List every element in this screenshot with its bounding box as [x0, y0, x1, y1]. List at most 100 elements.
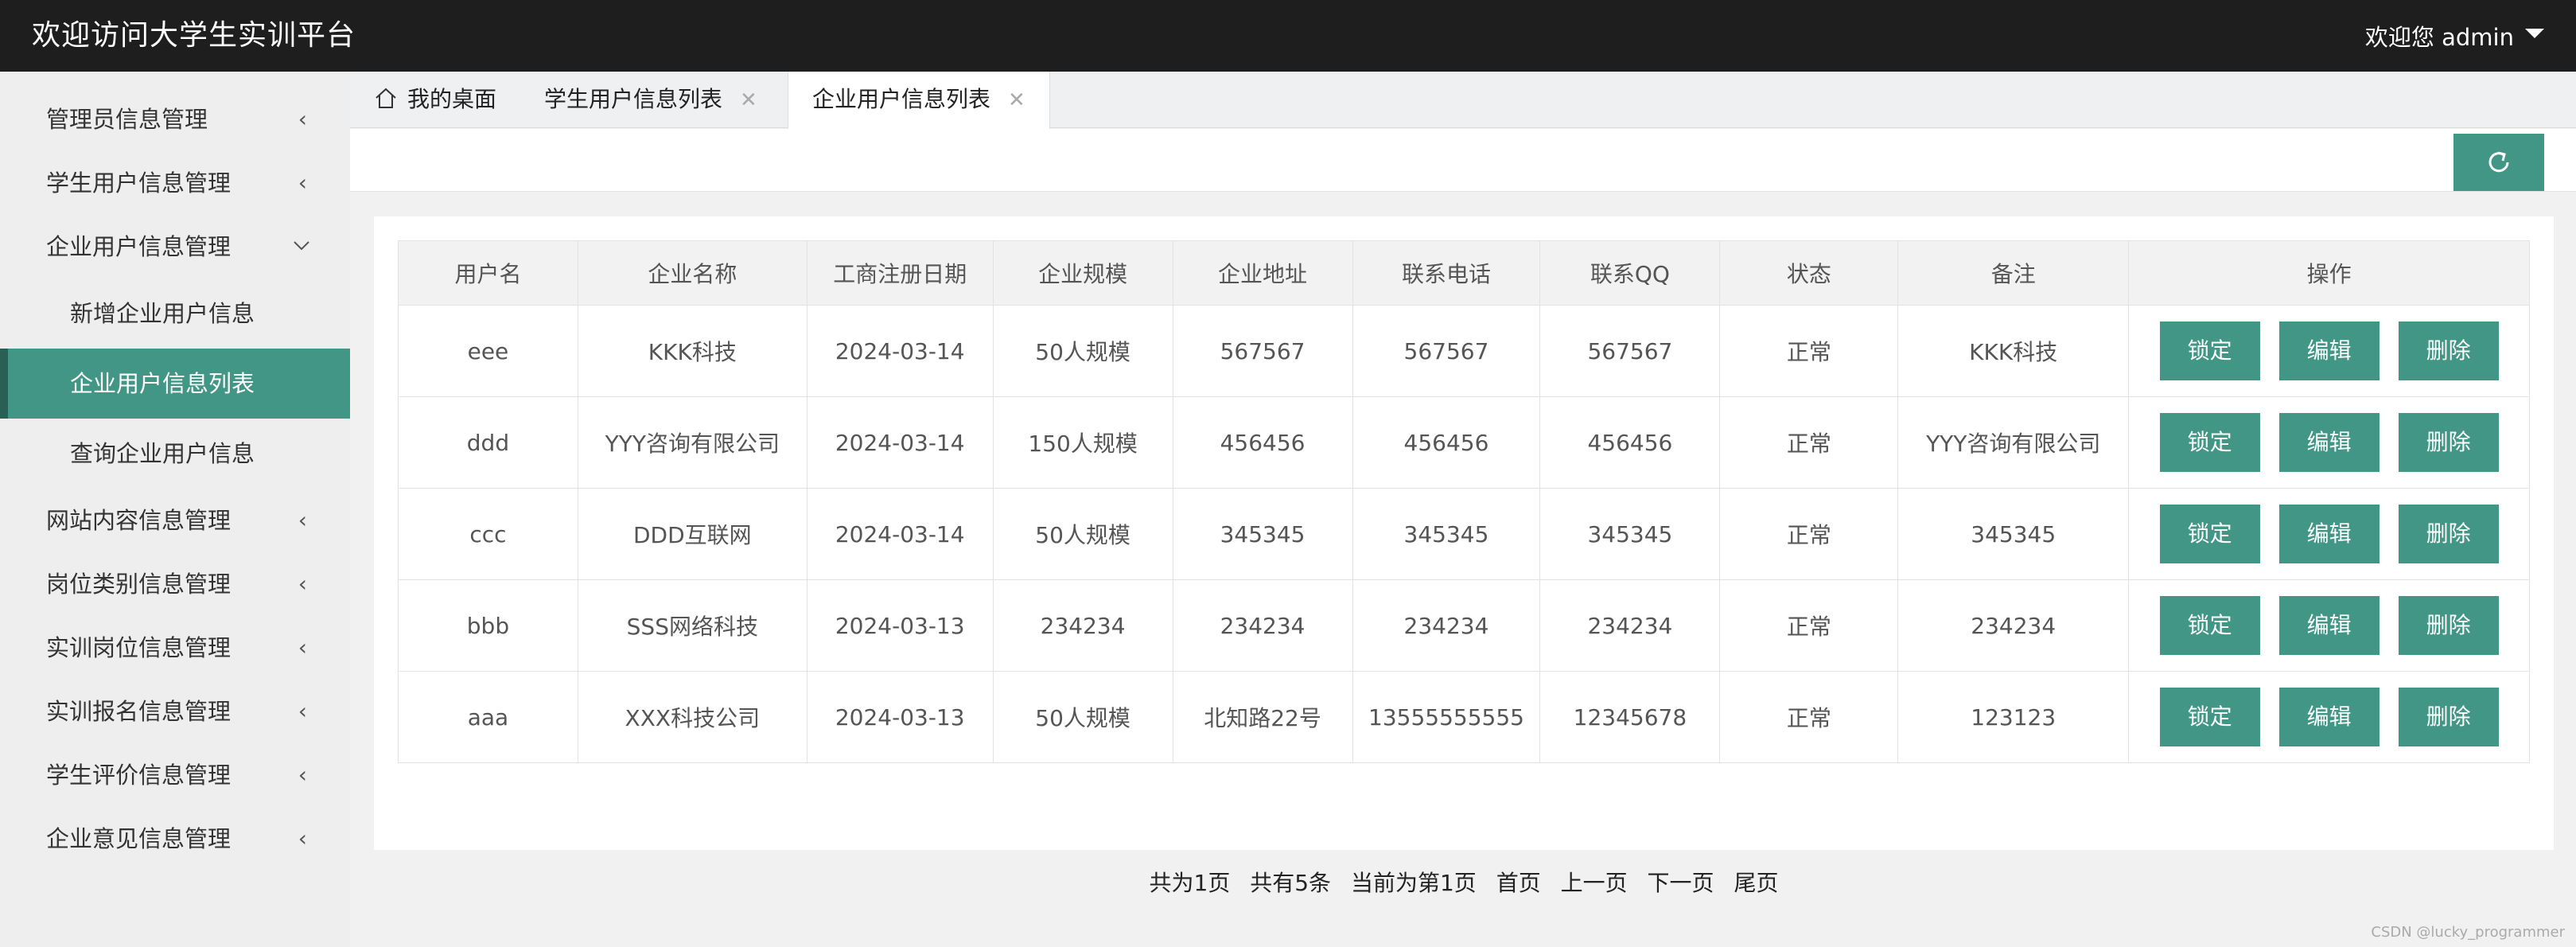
delete-button[interactable]: 删除	[2398, 505, 2499, 563]
table-cell: YYY咨询有限公司	[577, 396, 807, 489]
column-header[interactable]: 状态	[1719, 240, 1899, 306]
table-cell: 456456	[1172, 396, 1353, 489]
pager-prev-link[interactable]: 上一页	[1561, 870, 1628, 896]
column-header[interactable]: 工商注册日期	[806, 240, 994, 306]
column-header: 操作	[2128, 240, 2530, 306]
column-header[interactable]: 企业规模	[992, 240, 1173, 306]
edit-button[interactable]: 编辑	[2278, 322, 2379, 380]
tab-label: 企业用户信息列表	[812, 86, 991, 112]
column-header[interactable]: 用户名	[398, 240, 578, 306]
lock-button[interactable]: 锁定	[2159, 688, 2260, 746]
sidebar-item-student-users[interactable]: 学生用户信息管理 ‹	[0, 151, 350, 215]
sidebar-item-label: 管理员信息管理	[46, 106, 208, 133]
table-cell: DDD互联网	[577, 488, 807, 580]
tab-company-user-list[interactable]: 企业用户信息列表 ✕	[788, 72, 1050, 129]
table-cell: ddd	[398, 396, 578, 489]
table-cell: 2024-03-14	[806, 305, 994, 397]
user-menu[interactable]: 欢迎您 admin	[2365, 0, 2544, 72]
table-cell: 567567	[1172, 305, 1353, 397]
table-cell: 2024-03-13	[806, 671, 994, 763]
delete-button[interactable]: 删除	[2398, 688, 2499, 746]
tab-my-desktop[interactable]: 我的桌面	[374, 72, 496, 127]
pager-total-items: 共有5条	[1250, 870, 1332, 896]
pager-last-link[interactable]: 尾页	[1734, 870, 1778, 896]
main-area: 我的桌面 学生用户信息列表 ✕ 企业用户信息列表 ✕ 用户名 企业名称 工商注册…	[350, 72, 2576, 947]
watermark: CSDN @lucky_programmer	[2371, 924, 2565, 941]
delete-button[interactable]: 删除	[2398, 413, 2499, 472]
company-user-table: 用户名 企业名称 工商注册日期 企业规模 企业地址 联系电话 联系QQ 状态 备…	[398, 240, 2530, 763]
table-cell: 234234	[1897, 579, 2130, 672]
sidebar-subitem-label: 企业用户信息列表	[70, 370, 255, 397]
sidebar-subitem-company-user-list[interactable]: 企业用户信息列表	[0, 349, 350, 419]
table-cell: 正常	[1719, 305, 1899, 397]
delete-button[interactable]: 删除	[2398, 596, 2499, 655]
table-cell: 13555555555	[1352, 671, 1541, 763]
sidebar-item-training-position[interactable]: 实训岗位信息管理 ‹	[0, 616, 350, 680]
chevron-left-icon: ‹	[298, 698, 307, 724]
sidebar-item-site-content[interactable]: 网站内容信息管理 ‹	[0, 489, 350, 552]
edit-button[interactable]: 编辑	[2278, 688, 2379, 746]
app-title: 欢迎访问大学生实训平台	[32, 19, 356, 52]
chevron-left-icon: ‹	[298, 825, 307, 852]
sidebar-item-job-category[interactable]: 岗位类别信息管理 ‹	[0, 552, 350, 616]
table-cell: XXX科技公司	[577, 671, 807, 763]
column-header[interactable]: 联系QQ	[1539, 240, 1721, 306]
sidebar-subitem-add-company-user[interactable]: 新增企业用户信息	[0, 279, 350, 349]
column-header[interactable]: 企业名称	[577, 240, 807, 306]
table-cell: 456456	[1352, 396, 1541, 489]
delete-button[interactable]: 删除	[2398, 322, 2499, 380]
table-cell: 567567	[1352, 305, 1541, 397]
column-header[interactable]: 企业地址	[1172, 240, 1353, 306]
pager-next-link[interactable]: 下一页	[1648, 870, 1714, 896]
column-header[interactable]: 备注	[1897, 240, 2130, 306]
sidebar: 管理员信息管理 ‹ 学生用户信息管理 ‹ 企业用户信息管理 新增企业用户信息 企…	[0, 72, 350, 947]
table-cell: 123123	[1897, 671, 2130, 763]
sidebar-item-label: 网站内容信息管理	[46, 507, 232, 534]
table-cell: aaa	[398, 671, 578, 763]
actions-cell: 锁定 编辑 删除	[2128, 488, 2530, 580]
table-row: eee KKK科技 2024-03-14 50人规模 567567 567567 56756…	[398, 305, 2530, 397]
column-header[interactable]: 联系电话	[1352, 240, 1541, 306]
table-cell: bbb	[398, 579, 578, 672]
tab-bar: 我的桌面 学生用户信息列表 ✕ 企业用户信息列表 ✕	[350, 72, 2576, 129]
pager-current: 当前为第1页	[1350, 870, 1477, 896]
actions-cell: 锁定 编辑 删除	[2128, 671, 2530, 763]
close-icon[interactable]: ✕	[740, 88, 757, 112]
sidebar-item-training-signup[interactable]: 实训报名信息管理 ‹	[0, 680, 350, 743]
edit-button[interactable]: 编辑	[2278, 596, 2379, 655]
edit-button[interactable]: 编辑	[2278, 505, 2379, 563]
table-cell: eee	[398, 305, 578, 397]
sidebar-item-student-review[interactable]: 学生评价信息管理 ‹	[0, 743, 350, 807]
table-cell: 234234	[1539, 579, 1721, 672]
refresh-button[interactable]	[2453, 134, 2544, 191]
lock-button[interactable]: 锁定	[2159, 596, 2260, 655]
table-cell: 150人规模	[992, 396, 1173, 489]
sidebar-subitem-query-company-user[interactable]: 查询企业用户信息	[0, 419, 350, 489]
table-cell: ccc	[398, 488, 578, 580]
chevron-left-icon: ‹	[298, 170, 307, 196]
sidebar-item-company-users[interactable]: 企业用户信息管理	[0, 215, 350, 279]
chevron-left-icon: ‹	[298, 106, 307, 132]
table-row: ddd YYY咨询有限公司 2024-03-14 150人规模 456456 456456…	[398, 396, 2530, 489]
tab-student-user-list[interactable]: 学生用户信息列表 ✕	[544, 72, 757, 127]
pager-first-link[interactable]: 首页	[1496, 870, 1541, 896]
chevron-left-icon: ‹	[298, 634, 307, 661]
close-icon[interactable]: ✕	[1008, 88, 1025, 112]
table-cell: 2024-03-13	[806, 579, 994, 672]
table-cell: 正常	[1719, 396, 1899, 489]
top-bar: 欢迎访问大学生实训平台 欢迎您 admin	[0, 0, 2576, 72]
lock-button[interactable]: 锁定	[2159, 322, 2260, 380]
sidebar-item-admin[interactable]: 管理员信息管理 ‹	[0, 88, 350, 151]
lock-button[interactable]: 锁定	[2159, 413, 2260, 472]
table-cell: 345345	[1897, 488, 2130, 580]
table-cell: 50人规模	[992, 305, 1173, 397]
sidebar-item-company-feedback[interactable]: 企业意见信息管理 ‹	[0, 807, 350, 871]
sidebar-item-label: 岗位类别信息管理	[46, 571, 232, 598]
lock-button[interactable]: 锁定	[2159, 505, 2260, 563]
table-cell: YYY咨询有限公司	[1897, 396, 2130, 489]
sidebar-item-label: 企业意见信息管理	[46, 825, 232, 852]
edit-button[interactable]: 编辑	[2278, 413, 2379, 472]
table-row: aaa XXX科技公司 2024-03-13 50人规模 北知路22号 135555555…	[398, 671, 2530, 763]
refresh-icon	[2488, 151, 2509, 173]
pagination: 共为1页 共有5条 当前为第1页 首页 上一页 下一页 尾页	[374, 866, 2554, 898]
